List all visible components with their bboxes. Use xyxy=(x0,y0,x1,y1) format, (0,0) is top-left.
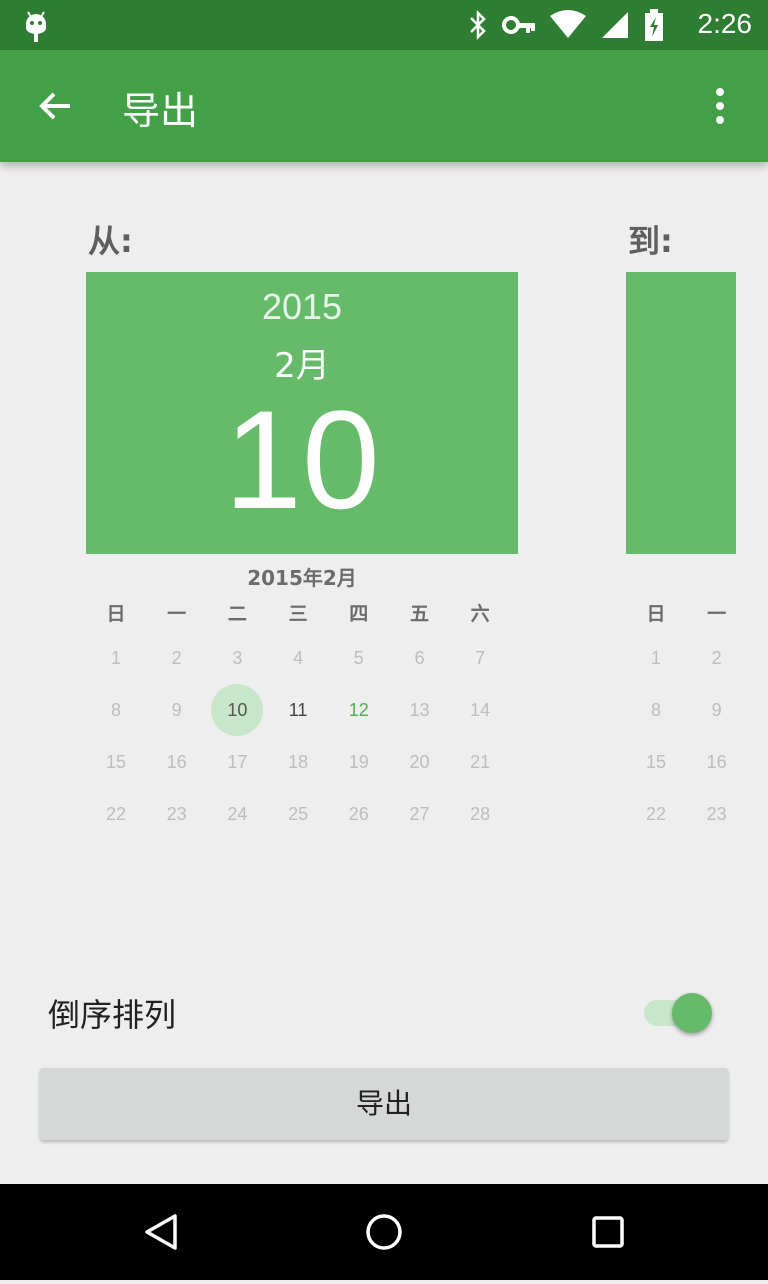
from-weekday-header: 四 xyxy=(349,603,369,625)
from-day-cell: 18 xyxy=(288,752,309,772)
bluetooth-icon xyxy=(468,9,488,44)
nav-back-icon[interactable] xyxy=(112,1184,208,1280)
from-date-header[interactable]: 2015 2月 10 xyxy=(86,272,518,554)
from-day: 10 xyxy=(224,381,380,538)
to-day-cell: 22 xyxy=(645,804,667,824)
from-day-cell: 21 xyxy=(470,752,491,772)
export-button[interactable]: 导出 xyxy=(40,1068,728,1140)
from-day-cell[interactable]: 10 xyxy=(207,684,267,736)
from-day-cell: 28 xyxy=(470,804,491,824)
page-title: 导出 xyxy=(122,89,199,133)
from-day-cell: 25 xyxy=(288,804,309,824)
from-day-cell: 14 xyxy=(470,700,491,720)
more-vert-icon[interactable] xyxy=(710,86,730,130)
from-day-cell: 13 xyxy=(409,700,430,720)
from-month: 2月 xyxy=(274,346,330,386)
from-day-cell: 2 xyxy=(171,648,182,668)
from-day-cell: 4 xyxy=(293,648,304,668)
clock: 2:26 xyxy=(697,8,753,39)
from-day-cell: 19 xyxy=(348,752,369,772)
cell-signal-icon xyxy=(600,10,630,44)
toggle-thumb xyxy=(672,993,712,1033)
to-day-cell: 23 xyxy=(706,804,727,824)
from-day-cell: 3 xyxy=(232,648,243,668)
to-weekday-header: 日 xyxy=(646,603,666,625)
from-year[interactable]: 2015 xyxy=(86,286,518,328)
from-day-cell: 6 xyxy=(414,648,425,668)
to-day-cell: 8 xyxy=(650,700,661,720)
navigation-bar xyxy=(0,1184,768,1280)
from-day-cell: 20 xyxy=(409,752,430,772)
to-date-header[interactable] xyxy=(626,272,736,554)
from-day-cell: 23 xyxy=(166,804,187,824)
from-weekday-header: 六 xyxy=(470,603,490,625)
from-day-cell: 27 xyxy=(409,804,430,824)
from-weekday-header: 一 xyxy=(167,603,187,625)
from-day-cell: 15 xyxy=(105,752,127,772)
battery-charging-icon xyxy=(644,9,664,45)
from-weekday-header: 日 xyxy=(106,603,126,625)
app-bar: 导出 xyxy=(0,50,768,162)
from-day-cell: 9 xyxy=(171,700,182,720)
from-day-cell: 7 xyxy=(475,648,486,668)
from-day-cell: 5 xyxy=(353,648,364,668)
nav-recents-icon[interactable] xyxy=(560,1184,656,1280)
to-day-cell: 16 xyxy=(706,752,727,772)
from-day-cell: 16 xyxy=(166,752,187,772)
to-weekday-header: 一 xyxy=(707,603,727,625)
vpn-key-icon xyxy=(502,10,536,44)
from-day-cell: 1 xyxy=(110,648,121,668)
from-weekday-header: 二 xyxy=(227,603,247,625)
wifi-icon xyxy=(550,10,586,44)
from-day-cell[interactable]: 12 xyxy=(329,690,389,730)
arrow-back-icon[interactable] xyxy=(36,86,76,130)
to-label: 到: xyxy=(628,222,673,260)
from-weekday-header: 三 xyxy=(288,603,308,625)
sort-descending-label: 倒序排列 xyxy=(48,996,177,1034)
from-month-title: 2015年2月 xyxy=(247,566,357,590)
from-day-cell: 17 xyxy=(227,752,248,772)
status-bar: 2:26 xyxy=(0,0,768,50)
android-icon xyxy=(22,8,50,46)
to-day-cell: 1 xyxy=(650,648,661,668)
from-label: 从: xyxy=(88,222,133,260)
to-day-cell: 9 xyxy=(711,700,722,720)
from-day-cell[interactable]: 11 xyxy=(268,690,328,730)
from-day-cell: 8 xyxy=(110,700,121,720)
from-day-cell: 22 xyxy=(105,804,127,824)
from-weekday-header: 五 xyxy=(409,603,429,625)
nav-home-icon[interactable] xyxy=(336,1184,432,1280)
to-day-cell: 2 xyxy=(711,648,722,668)
from-day-cell: 24 xyxy=(227,804,248,824)
to-day-cell: 15 xyxy=(645,752,667,772)
from-day-cell: 26 xyxy=(348,804,369,824)
sort-descending-toggle[interactable] xyxy=(644,993,714,1036)
